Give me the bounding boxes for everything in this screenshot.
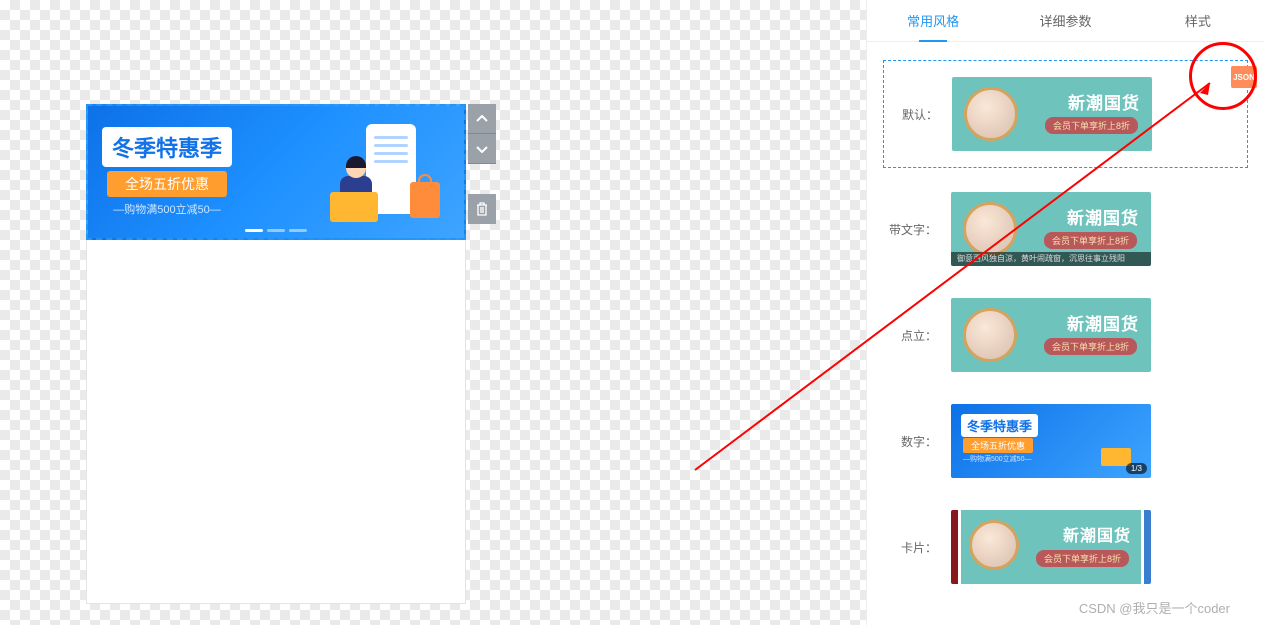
panel-tabs: 常用风格 详细参数 样式 — [867, 0, 1264, 42]
thumb-caption: 御意西风独自涼，黄叶闹疏窗，沉思往事立残阳 — [951, 252, 1151, 266]
card-edge-left — [951, 510, 958, 584]
banner-subtitle: 全场五折优惠 — [107, 171, 227, 197]
style-thumb: 冬季特惠季 全场五折优惠 —购物满500立减50— 1/3 — [951, 404, 1151, 478]
chevron-down-icon — [476, 145, 488, 153]
tab-common-style[interactable]: 常用风格 — [867, 0, 999, 41]
carousel-indicator — [245, 229, 307, 232]
move-up-button[interactable] — [468, 104, 496, 134]
avatar-icon — [963, 202, 1017, 256]
trash-icon — [476, 202, 488, 216]
thumb-pill: 会员下单享折上8折 — [1036, 550, 1129, 567]
banner-content: 冬季特惠季 全场五折优惠 —购物满500立减50— — [88, 106, 464, 238]
style-thumb: 新潮国货 会员下单享折上8折 — [951, 298, 1151, 372]
card-edge-right — [1144, 510, 1151, 584]
banner-illustration — [298, 124, 448, 224]
laptop-icon — [1101, 448, 1131, 466]
thumb-title: 新潮国货 — [1067, 204, 1139, 229]
style-label: 数字： — [889, 433, 937, 450]
thumb-line: —购物满500立减50— — [963, 454, 1031, 464]
move-down-button[interactable] — [468, 134, 496, 164]
style-thumb: 新潮国货 会员下单享折上8折 — [951, 510, 1151, 584]
chevron-up-icon — [476, 115, 488, 123]
thumb-title: 新潮国货 — [1068, 89, 1140, 114]
tab-style[interactable]: 样式 — [1132, 0, 1264, 41]
avatar-icon — [969, 520, 1019, 570]
avatar-icon — [964, 87, 1018, 141]
style-label: 点立： — [889, 327, 937, 344]
thumb-pill: 会员下单享折上8折 — [1044, 338, 1137, 355]
thumb-title: 冬季特惠季 — [961, 414, 1038, 437]
annotation-circle — [1189, 42, 1257, 110]
canvas-area[interactable]: 冬季特惠季 全场五折优惠 —购物满500立减50— — [0, 0, 866, 625]
style-option-number[interactable]: 数字： 冬季特惠季 全场五折优惠 —购物满500立减50— 1/3 — [883, 388, 1248, 494]
thumb-pill: 会员下单享折上8折 — [1044, 232, 1137, 249]
tab-detail-params[interactable]: 详细参数 — [999, 0, 1131, 41]
thumb-title: 新潮国货 — [1063, 522, 1131, 546]
delete-button[interactable] — [468, 194, 496, 224]
style-thumb: 新潮国货 会员下单享折上8折 — [952, 77, 1152, 151]
style-option-text[interactable]: 带文字： 新潮国货 会员下单享折上8折 御意西风独自涼，黄叶闹疏窗，沉思往事立残… — [883, 176, 1248, 282]
component-controls — [468, 104, 496, 224]
avatar-icon — [963, 308, 1017, 362]
style-option-dots[interactable]: 点立： 新潮国货 会员下单享折上8折 — [883, 282, 1248, 388]
style-label: 卡片： — [889, 539, 937, 556]
thumb-title: 新潮国货 — [1067, 310, 1139, 335]
style-label: 默认： — [890, 106, 938, 123]
thumb-sub: 全场五折优惠 — [963, 438, 1033, 453]
page-number: 1/3 — [1126, 463, 1147, 474]
banner-title: 冬季特惠季 — [102, 127, 232, 167]
banner-text: 冬季特惠季 全场五折优惠 —购物满500立减50— — [102, 127, 232, 217]
style-thumb: 新潮国货 会员下单享折上8折 御意西风独自涼，黄叶闹疏窗，沉思往事立残阳 — [951, 192, 1151, 266]
style-option-card[interactable]: 卡片： 新潮国货 会员下单享折上8折 — [883, 494, 1248, 600]
watermark: CSDN @我只是一个coder — [1079, 598, 1230, 617]
selected-banner-component[interactable]: 冬季特惠季 全场五折优惠 —购物满500立减50— — [86, 104, 466, 240]
thumb-pill: 会员下单享折上8折 — [1045, 117, 1138, 134]
styles-list: 默认： 新潮国货 会员下单享折上8折 带文字： 新潮国货 会员下单享折上8折 御… — [867, 42, 1264, 625]
banner-line: —购物满500立减50— — [113, 201, 221, 217]
style-label: 带文字： — [889, 221, 937, 238]
